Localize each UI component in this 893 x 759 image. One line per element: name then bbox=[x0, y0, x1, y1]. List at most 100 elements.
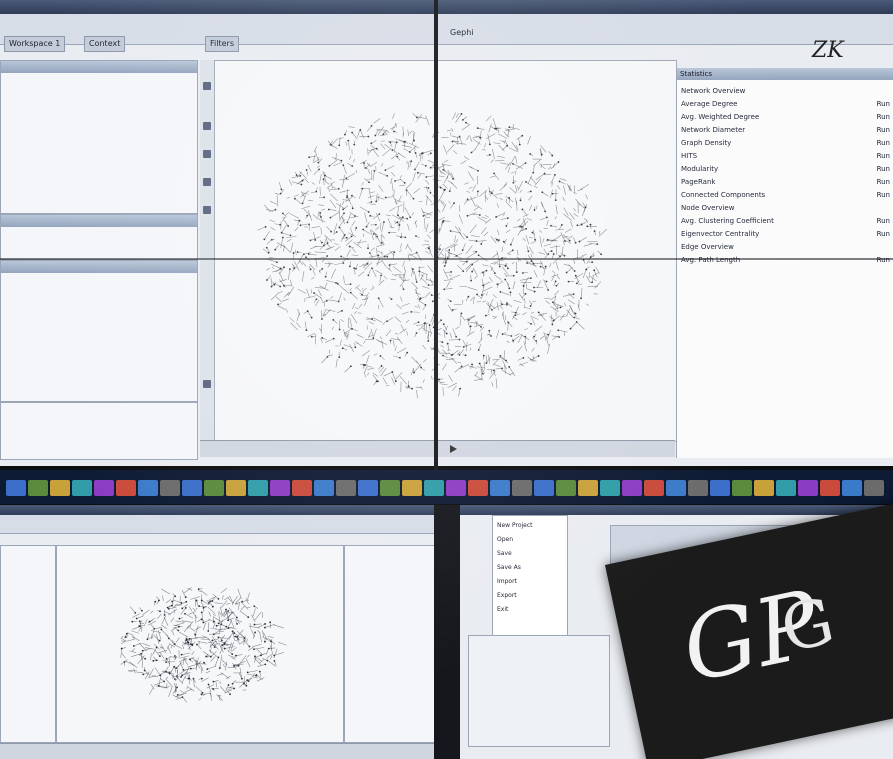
graph-node[interactable] bbox=[427, 284, 430, 286]
graph-node[interactable] bbox=[586, 225, 589, 228]
graph-node[interactable] bbox=[471, 363, 473, 366]
menu-item[interactable]: Save As bbox=[497, 564, 521, 571]
taskbar-app-icon[interactable] bbox=[358, 480, 378, 496]
stat-run-button[interactable]: Run bbox=[877, 151, 890, 161]
graph-node[interactable] bbox=[253, 623, 256, 626]
graph-node[interactable] bbox=[451, 353, 454, 356]
graph-node[interactable] bbox=[461, 249, 464, 251]
taskbar-app-icon[interactable] bbox=[182, 480, 202, 496]
graph-node[interactable] bbox=[384, 169, 387, 172]
graph-node[interactable] bbox=[479, 136, 482, 139]
graph-node[interactable] bbox=[254, 631, 257, 634]
graph-node[interactable] bbox=[159, 610, 161, 613]
graph-node[interactable] bbox=[200, 693, 203, 696]
graph-node[interactable] bbox=[181, 607, 184, 610]
graph-node[interactable] bbox=[141, 609, 143, 612]
graph-node[interactable] bbox=[406, 351, 409, 354]
taskbar-app-icon[interactable] bbox=[666, 480, 686, 496]
graph-node[interactable] bbox=[335, 231, 338, 233]
graph-node[interactable] bbox=[213, 620, 215, 623]
graph-node[interactable] bbox=[493, 272, 496, 275]
graph-node[interactable] bbox=[445, 332, 448, 335]
graph-node[interactable] bbox=[424, 304, 427, 306]
graph-node[interactable] bbox=[443, 265, 446, 267]
graph-node[interactable] bbox=[258, 670, 261, 673]
graph-node[interactable] bbox=[519, 225, 522, 227]
graph-node[interactable] bbox=[146, 638, 149, 641]
graph-node[interactable] bbox=[374, 134, 377, 137]
select-icon[interactable] bbox=[203, 122, 211, 130]
graph-node[interactable] bbox=[400, 236, 402, 239]
graph-node[interactable] bbox=[255, 674, 258, 676]
graph-node[interactable] bbox=[512, 181, 515, 184]
graph-node[interactable] bbox=[269, 621, 272, 624]
graph-node[interactable] bbox=[506, 303, 508, 306]
graph-node[interactable] bbox=[353, 143, 356, 146]
graph-node[interactable] bbox=[341, 309, 343, 312]
graph-node[interactable] bbox=[478, 362, 481, 365]
graph-node[interactable] bbox=[414, 168, 416, 171]
graph-node[interactable] bbox=[460, 365, 463, 368]
pencil-icon[interactable] bbox=[203, 82, 211, 90]
graph-node[interactable] bbox=[478, 214, 481, 216]
graph-node[interactable] bbox=[318, 168, 320, 171]
graph-node[interactable] bbox=[563, 254, 566, 257]
graph-node[interactable] bbox=[280, 231, 283, 234]
taskbar-app-icon[interactable] bbox=[688, 480, 708, 496]
graph-node[interactable] bbox=[495, 216, 498, 218]
graph-node[interactable] bbox=[533, 209, 536, 211]
graph-node[interactable] bbox=[177, 629, 180, 632]
graph-node[interactable] bbox=[165, 661, 167, 664]
graph-node[interactable] bbox=[554, 199, 557, 201]
graph-node[interactable] bbox=[225, 608, 227, 611]
taskbar-app-icon[interactable] bbox=[116, 480, 136, 496]
graph-node[interactable] bbox=[154, 600, 157, 603]
graph-node[interactable] bbox=[496, 238, 498, 241]
taskbar-app-icon[interactable] bbox=[842, 480, 862, 496]
taskbar-app-icon[interactable] bbox=[424, 480, 444, 496]
graph-node[interactable] bbox=[567, 280, 570, 283]
graph-node[interactable] bbox=[501, 367, 503, 370]
graph-node[interactable] bbox=[576, 282, 578, 285]
graph-node[interactable] bbox=[180, 676, 182, 678]
graph-node[interactable] bbox=[521, 208, 524, 211]
graph-node[interactable] bbox=[477, 169, 479, 172]
graph-node[interactable] bbox=[363, 364, 366, 367]
graph-node[interactable] bbox=[429, 152, 432, 155]
graph-node[interactable] bbox=[498, 239, 500, 242]
graph-node[interactable] bbox=[458, 338, 461, 341]
graph-node[interactable] bbox=[462, 270, 465, 273]
bl-graph-network[interactable] bbox=[57, 546, 343, 742]
graph-node[interactable] bbox=[488, 143, 491, 146]
graph-node[interactable] bbox=[217, 622, 220, 625]
graph-node[interactable] bbox=[294, 197, 296, 200]
graph-node[interactable] bbox=[319, 211, 322, 214]
graph-network[interactable] bbox=[201, 61, 676, 441]
graph-node[interactable] bbox=[373, 169, 376, 172]
graph-node[interactable] bbox=[593, 269, 596, 272]
stat-run-button[interactable]: Run bbox=[877, 216, 890, 226]
graph-node[interactable] bbox=[273, 659, 276, 662]
taskbar-app-icon[interactable] bbox=[138, 480, 158, 496]
graph-node[interactable] bbox=[342, 208, 345, 211]
graph-node[interactable] bbox=[264, 626, 266, 629]
graph-node[interactable] bbox=[537, 355, 540, 357]
graph-node[interactable] bbox=[330, 230, 333, 233]
graph-node[interactable] bbox=[494, 127, 497, 130]
graph-node[interactable] bbox=[551, 192, 554, 195]
graph-node[interactable] bbox=[499, 355, 502, 357]
graph-node[interactable] bbox=[309, 268, 312, 271]
tab-context[interactable]: Context bbox=[84, 36, 126, 52]
taskbar-app-icon[interactable] bbox=[72, 480, 92, 496]
graph-node[interactable] bbox=[236, 616, 238, 619]
graph-node[interactable] bbox=[265, 246, 268, 249]
graph-node[interactable] bbox=[553, 173, 556, 176]
play-icon[interactable] bbox=[450, 445, 457, 453]
taskbar-app-icon[interactable] bbox=[160, 480, 180, 496]
graph-node[interactable] bbox=[163, 614, 166, 616]
graph-node[interactable] bbox=[267, 647, 270, 650]
graph-node[interactable] bbox=[301, 202, 304, 205]
graph-node[interactable] bbox=[386, 175, 389, 177]
graph-node[interactable] bbox=[459, 387, 461, 390]
graph-node[interactable] bbox=[398, 356, 401, 359]
